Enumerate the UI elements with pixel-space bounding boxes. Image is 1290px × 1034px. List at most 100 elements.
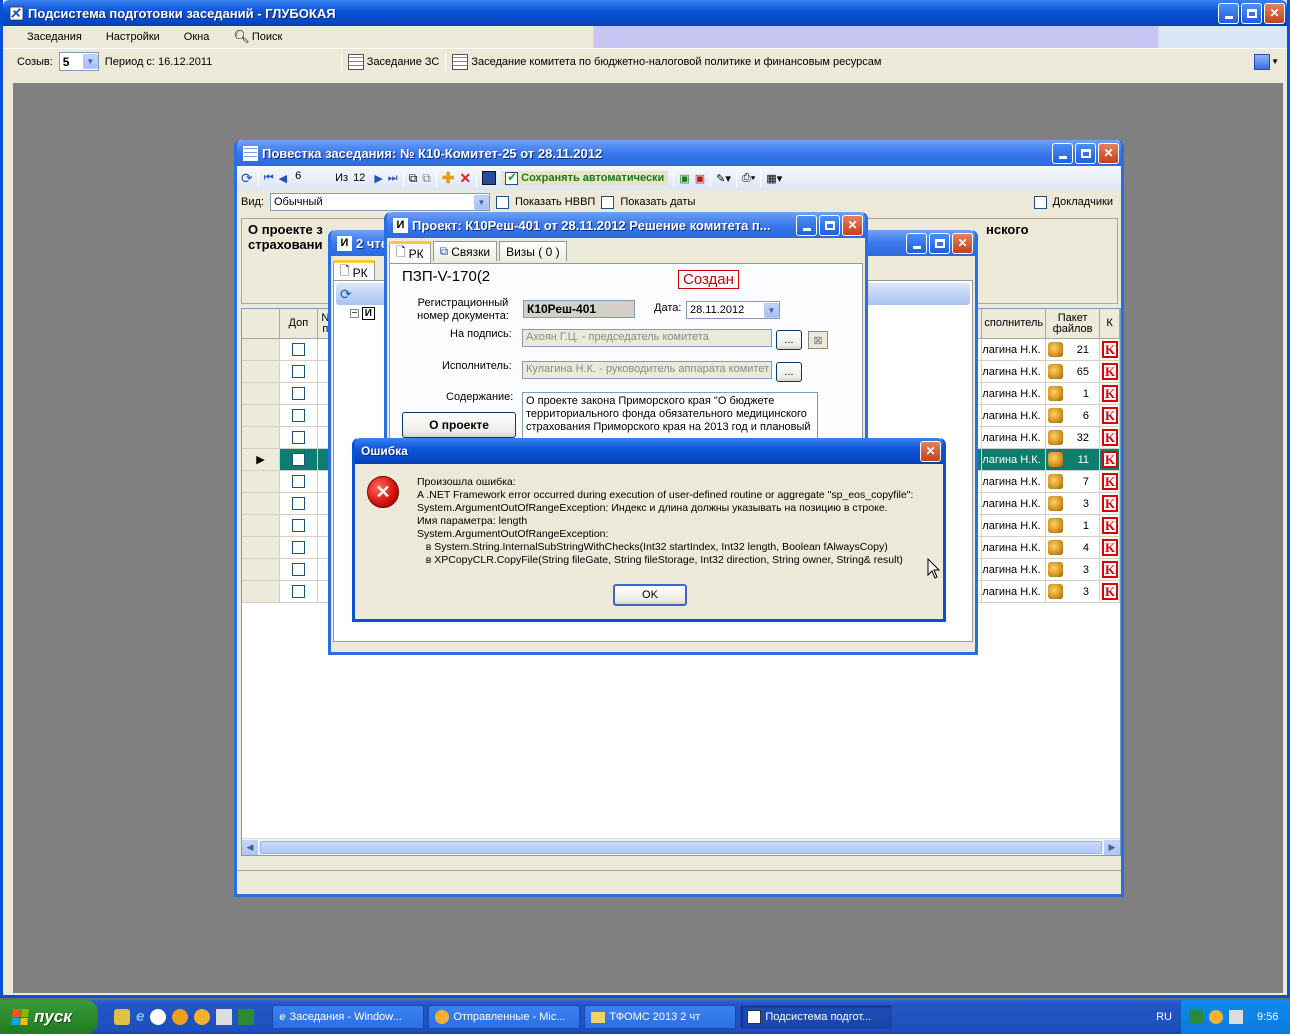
language-indicator[interactable]: RU bbox=[1156, 1011, 1172, 1023]
k-cell[interactable]: K bbox=[1100, 405, 1120, 426]
media-player-icon[interactable] bbox=[172, 1009, 189, 1025]
scroll-right-icon[interactable]: ▶ bbox=[1104, 839, 1120, 855]
dop-checkbox[interactable] bbox=[291, 497, 305, 510]
autosave-checkbox[interactable]: ✔ bbox=[505, 170, 519, 185]
dop-checkbox[interactable] bbox=[291, 453, 305, 466]
report-icon[interactable]: ▦▾ bbox=[766, 172, 782, 185]
package-cell[interactable]: 11 bbox=[1046, 449, 1101, 470]
dop-checkbox[interactable] bbox=[291, 343, 305, 356]
package-cell[interactable]: 3 bbox=[1046, 581, 1101, 602]
package-cell[interactable]: 1 bbox=[1046, 383, 1101, 404]
speakers-checkbox[interactable] bbox=[1033, 195, 1047, 209]
package-cell[interactable]: 32 bbox=[1046, 427, 1101, 448]
save-icon[interactable] bbox=[482, 171, 497, 185]
row-indicator[interactable] bbox=[242, 471, 280, 492]
k-cell[interactable]: K bbox=[1100, 339, 1120, 360]
ie-icon[interactable]: e bbox=[136, 1009, 144, 1025]
menu-item-settings[interactable]: Настройки bbox=[94, 31, 172, 43]
close-button[interactable]: ✕ bbox=[1264, 2, 1285, 24]
package-cell[interactable]: 65 bbox=[1046, 361, 1101, 382]
outlook-icon[interactable] bbox=[194, 1009, 211, 1025]
row-indicator[interactable] bbox=[242, 559, 280, 580]
task-sessions[interactable]: e Заседания - Window... bbox=[272, 1005, 425, 1029]
import-icon[interactable]: ▣ bbox=[695, 172, 705, 185]
refresh-icon[interactable]: ⟳ bbox=[241, 170, 253, 187]
about-project-button[interactable]: О проекте bbox=[402, 412, 516, 438]
row-indicator[interactable] bbox=[242, 493, 280, 514]
k-cell[interactable]: K bbox=[1100, 427, 1120, 448]
package-cell[interactable]: 3 bbox=[1046, 559, 1101, 580]
task-sent-mail[interactable]: Отправленные - Mic... bbox=[428, 1005, 581, 1029]
row-indicator[interactable]: ▶ bbox=[242, 449, 280, 470]
package-cell[interactable]: 6 bbox=[1046, 405, 1101, 426]
minimize-button[interactable] bbox=[796, 214, 817, 236]
agenda-titlebar[interactable]: Повестка заседания: № К10-Комитет-25 от … bbox=[237, 140, 1121, 166]
paste-icon[interactable]: ⧉ bbox=[422, 171, 431, 186]
record-number-input[interactable]: 6 bbox=[292, 169, 330, 187]
row-indicator[interactable] bbox=[242, 427, 280, 448]
dop-checkbox[interactable] bbox=[291, 563, 305, 576]
exec-field[interactable]: Кулагина Н.К. - руководитель аппарата ко… bbox=[522, 361, 772, 379]
package-cell[interactable]: 1 bbox=[1046, 515, 1101, 536]
last-record-icon[interactable]: ⏭ bbox=[388, 172, 398, 185]
close-button[interactable]: ✕ bbox=[952, 232, 973, 254]
doc-tab-committee[interactable]: Заседание комитета по бюджетно-налоговой… bbox=[452, 53, 881, 70]
close-button[interactable]: ✕ bbox=[842, 214, 863, 236]
doc-tab-zs[interactable]: Заседание ЗС bbox=[347, 53, 439, 70]
outlook-tray-icon[interactable] bbox=[1209, 1010, 1223, 1024]
session-select[interactable]: 5 ▼ bbox=[58, 52, 99, 71]
show-nvvp-checkbox[interactable] bbox=[495, 195, 509, 209]
excel-icon[interactable] bbox=[238, 1009, 255, 1025]
k-cell[interactable]: K bbox=[1100, 449, 1120, 470]
row-indicator[interactable] bbox=[242, 515, 280, 536]
row-indicator[interactable] bbox=[242, 361, 280, 382]
col-dop[interactable]: Доп bbox=[280, 309, 318, 338]
edit-icon[interactable]: ✎▾ bbox=[716, 172, 731, 185]
autosave-toggle[interactable]: ✔ Сохранять автоматически bbox=[501, 170, 669, 186]
menu-item-sessions[interactable]: Заседания bbox=[15, 31, 94, 43]
k-cell[interactable]: K bbox=[1100, 515, 1120, 536]
window-list-button[interactable]: ▼ bbox=[1254, 53, 1279, 70]
quicklaunch-icon[interactable] bbox=[114, 1009, 130, 1025]
delete-icon[interactable]: ✕ bbox=[459, 170, 471, 187]
tree-expander-icon[interactable]: − bbox=[350, 309, 359, 319]
row-indicator[interactable] bbox=[242, 405, 280, 426]
print-icon[interactable]: ⎙▾ bbox=[742, 172, 755, 185]
package-cell[interactable]: 7 bbox=[1046, 471, 1101, 492]
k-cell[interactable]: K bbox=[1100, 493, 1120, 514]
menu-item-windows[interactable]: Окна bbox=[172, 31, 222, 43]
k-cell[interactable]: K bbox=[1100, 581, 1120, 602]
exec-browse-button[interactable]: ... bbox=[776, 362, 802, 382]
dop-checkbox[interactable] bbox=[291, 387, 305, 400]
export-icon[interactable]: ▣ bbox=[679, 172, 689, 185]
restore-button[interactable] bbox=[1241, 2, 1262, 24]
error-titlebar[interactable]: Ошибка ✕ bbox=[355, 438, 943, 464]
dop-checkbox[interactable] bbox=[291, 409, 305, 422]
tab-links[interactable]: ⧉ Связки bbox=[432, 241, 498, 261]
close-button[interactable]: ✕ bbox=[920, 440, 941, 462]
k-cell[interactable]: K bbox=[1100, 559, 1120, 580]
tab-rk[interactable]: 🗋 РК bbox=[389, 241, 431, 263]
prev-record-icon[interactable]: ◀ bbox=[279, 172, 287, 185]
minimize-button[interactable] bbox=[906, 232, 927, 254]
quicklaunch-icon[interactable] bbox=[150, 1009, 167, 1025]
row-indicator[interactable] bbox=[242, 339, 280, 360]
tray-icon[interactable] bbox=[1189, 1010, 1203, 1024]
task-subsystem[interactable]: Подсистема подгот... bbox=[740, 1005, 893, 1029]
row-indicator[interactable] bbox=[242, 537, 280, 558]
horizontal-scrollbar[interactable]: ◀ ▶ bbox=[242, 838, 1120, 855]
clear-sign-button[interactable]: ⊠ bbox=[808, 331, 828, 349]
clock[interactable]: 9:56 bbox=[1257, 1011, 1278, 1023]
sign-field[interactable]: Ахоян Г.Ц. - председатель комитета bbox=[522, 329, 772, 347]
close-button[interactable]: ✕ bbox=[1098, 142, 1119, 164]
project-titlebar[interactable]: И Проект: К10Реш-401 от 28.11.2012 Решен… bbox=[387, 212, 865, 238]
dop-checkbox[interactable] bbox=[291, 431, 305, 444]
scroll-left-icon[interactable]: ◀ bbox=[242, 839, 258, 855]
k-cell[interactable]: K bbox=[1100, 471, 1120, 492]
ok-button[interactable]: OK bbox=[613, 584, 687, 606]
package-cell[interactable]: 3 bbox=[1046, 493, 1101, 514]
date-picker[interactable]: 28.11.2012 ▼ bbox=[686, 301, 780, 319]
minimize-button[interactable] bbox=[1052, 142, 1073, 164]
row-indicator[interactable] bbox=[242, 581, 280, 602]
maximize-button[interactable] bbox=[1075, 142, 1096, 164]
